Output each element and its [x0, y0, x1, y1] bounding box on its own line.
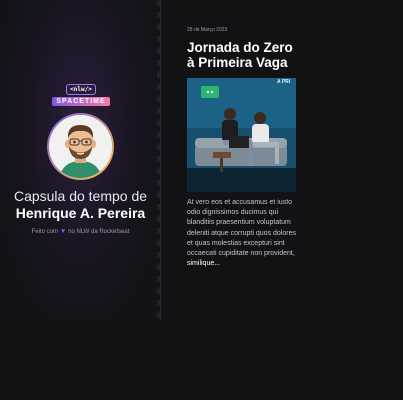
avatar-image: [49, 115, 112, 178]
memory-title: Jornada do Zero à Primeira Vaga: [187, 40, 293, 70]
capsule-title: Capsula do tempo de: [13, 188, 148, 204]
footer-credit: Feito com ♥ no NLW da Rocketseat: [0, 228, 161, 235]
memory-body-ellipsis: similique...: [187, 260, 221, 268]
nlw-spacetime-logo: <nlw/> SPACETIME: [47, 84, 115, 106]
spacetime-label: SPACETIME: [52, 97, 110, 106]
memory-body-text: At vero eos et accusamus et iusto odio d…: [187, 199, 296, 258]
heart-icon: ♥: [60, 228, 66, 235]
memory-photo[interactable]: A PRI: [187, 78, 296, 192]
nlw-tag: <nlw/>: [66, 84, 96, 95]
credit-prefix: Feito com: [31, 228, 58, 235]
memory-date: 28 de Março 2023: [187, 27, 228, 33]
photo-sign-text: A PRI: [277, 79, 291, 85]
panel-divider: [160, 0, 161, 320]
memory-body: At vero eos et accusamus et iusto odio d…: [187, 198, 296, 269]
credit-suffix[interactable]: no NLW da Rocketseat: [68, 229, 129, 235]
capsule-owner-name: Henrique A. Pereira: [15, 205, 146, 221]
avatar[interactable]: [47, 113, 114, 180]
sidebar-panel: <nlw/> SPACETIME Capsula do tempo de Hen…: [0, 0, 161, 320]
